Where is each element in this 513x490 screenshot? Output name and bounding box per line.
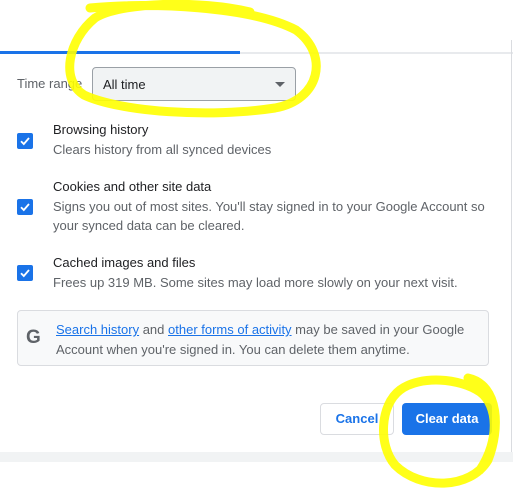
option-title: Cookies and other site data (53, 179, 212, 194)
clear-browsing-data-dialog: Time range All time Browsing history Cle… (0, 0, 513, 490)
option-description: Frees up 319 MB. Some sites may load mor… (53, 275, 458, 290)
search-history-link[interactable]: Search history (56, 322, 139, 337)
cookies-checkbox[interactable] (17, 199, 33, 215)
info-text-middle: and (139, 322, 169, 337)
checkmark-icon (20, 269, 30, 278)
checkmark-icon (20, 203, 30, 212)
option-title: Browsing history (53, 122, 149, 137)
browsing-history-checkbox[interactable] (17, 133, 33, 149)
dialog-right-border (511, 40, 512, 460)
clear-data-button[interactable]: Clear data (402, 403, 492, 435)
option-title: Cached images and files (53, 255, 196, 270)
cached-images-checkbox[interactable] (17, 265, 33, 281)
google-g-icon: G (26, 327, 41, 348)
info-text: Search history and other forms of activi… (56, 320, 476, 360)
time-range-select[interactable]: All time (92, 67, 296, 101)
checkmark-icon (20, 137, 30, 146)
google-account-info-box: G Search history and other forms of acti… (17, 310, 489, 366)
dialog-bottom-band (0, 452, 513, 462)
time-range-value: All time (103, 77, 146, 92)
dropdown-arrow-icon (275, 82, 285, 87)
other-activity-link[interactable]: other forms of activity (168, 322, 292, 337)
time-range-label: Time range (17, 76, 83, 91)
option-description: Clears history from all synced devices (53, 142, 272, 157)
option-description: Signs you out of most sites. You'll stay… (53, 199, 485, 233)
tab-basic-active-indicator[interactable] (0, 51, 240, 54)
cancel-button[interactable]: Cancel (320, 403, 394, 435)
